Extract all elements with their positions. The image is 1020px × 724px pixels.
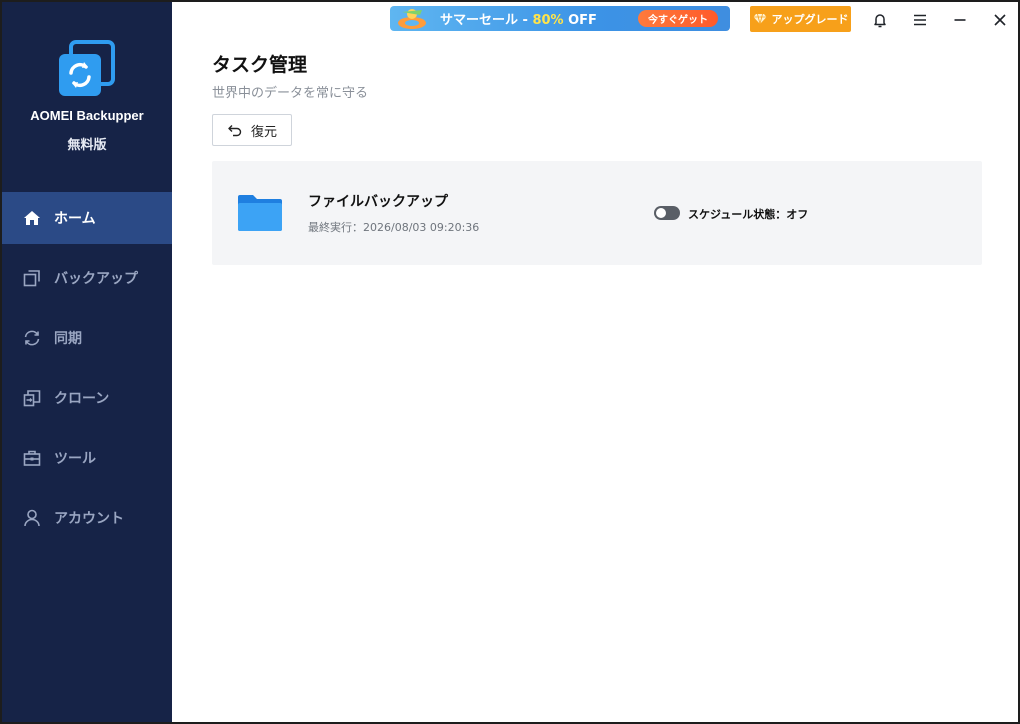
sidebar-item-label: クローン <box>54 391 110 407</box>
sidebar-item-label: アカウント <box>54 511 124 527</box>
page-subtitle: 世界中のデータを常に守る <box>212 86 369 101</box>
app-edition: 無料版 <box>67 138 107 153</box>
minimize-icon <box>954 19 966 21</box>
schedule-status: スケジュール状態：オフ <box>688 208 809 221</box>
app-window: AOMEI Backupper 無料版 ホーム バックアップ 同期 クローン ツ… <box>0 0 1020 724</box>
summer-sale-banner[interactable]: サマーセール - 80% OFF 今すぐゲット <box>390 6 730 31</box>
sidebar-item-account[interactable]: アカウント <box>2 492 172 544</box>
restore-label: 復元 <box>250 124 277 140</box>
hamburger-menu-icon <box>914 14 926 26</box>
task-last-run: 最終実行：2026/08/03 09:20:36 <box>308 221 480 234</box>
sidebar-nav: ホーム バックアップ 同期 クローン ツール アカウント <box>2 192 172 552</box>
toolbox-icon <box>22 448 42 468</box>
sidebar-item-backup[interactable]: バックアップ <box>2 252 172 304</box>
beach-float-icon <box>390 6 432 31</box>
sidebar-item-home[interactable]: ホーム <box>2 192 172 244</box>
restore-button[interactable]: 復元 <box>212 114 292 146</box>
upgrade-button[interactable]: アップグレード <box>750 6 851 32</box>
folder-icon <box>236 193 284 233</box>
sidebar-item-label: ツール <box>54 451 96 467</box>
sidebar-item-clone[interactable]: クローン <box>2 372 172 424</box>
sidebar: AOMEI Backupper 無料版 ホーム バックアップ 同期 クローン ツ… <box>2 2 172 722</box>
app-name: AOMEI Backupper <box>30 108 144 123</box>
task-card[interactable]: ファイルバックアップ 最終実行：2026/08/03 09:20:36 スケジュ… <box>212 161 982 265</box>
bell-icon <box>874 14 886 28</box>
sidebar-item-label: バックアップ <box>54 271 138 287</box>
notification-bell-button[interactable] <box>868 8 892 32</box>
home-icon <box>22 208 42 228</box>
sidebar-item-label: 同期 <box>54 331 82 347</box>
schedule-toggle[interactable] <box>654 206 680 220</box>
menu-button[interactable] <box>908 8 932 32</box>
backup-icon <box>22 268 42 288</box>
get-now-button[interactable]: 今すぐゲット <box>638 10 718 27</box>
sidebar-item-sync[interactable]: 同期 <box>2 312 172 364</box>
sidebar-item-tools[interactable]: ツール <box>2 432 172 484</box>
promo-text: サマーセール - 80% OFF <box>440 13 597 28</box>
close-icon <box>994 14 1006 26</box>
clone-icon <box>22 388 42 408</box>
page-title: タスク管理 <box>212 54 308 76</box>
sync-icon <box>22 328 42 348</box>
brand: AOMEI Backupper 無料版 <box>2 2 172 194</box>
sidebar-item-label: ホーム <box>54 211 96 227</box>
task-name[interactable]: ファイルバックアップ <box>308 191 448 211</box>
undo-icon <box>228 125 242 137</box>
aomei-logo-icon <box>57 40 115 98</box>
minimize-button[interactable] <box>948 8 972 32</box>
user-icon <box>22 508 42 528</box>
upgrade-label: アップグレード <box>771 13 849 26</box>
toggle-knob <box>656 208 666 218</box>
diamond-icon <box>753 13 766 25</box>
close-button[interactable] <box>988 8 1012 32</box>
